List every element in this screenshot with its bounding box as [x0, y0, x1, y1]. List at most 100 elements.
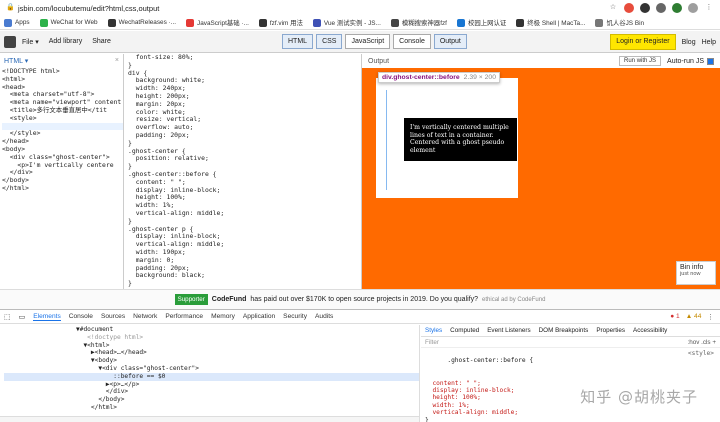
css-declaration[interactable]: }	[425, 417, 716, 422]
css-code-line[interactable]: }	[128, 61, 361, 70]
dom-node[interactable]: ▶<head>…</head>	[4, 349, 419, 357]
login-button[interactable]: Login or Register	[610, 34, 676, 50]
filter-actions[interactable]: :hov .cls +	[687, 339, 716, 346]
devtools-tabs: ⬚ ▭ Elements Console Sources Network Perform…	[0, 310, 720, 324]
bookmark-label: Vue 测试实例 - JS...	[323, 20, 381, 27]
styles-tab-properties[interactable]: Properties	[596, 327, 625, 334]
devtools-tab-performance[interactable]: Performance	[165, 313, 203, 320]
css-declaration[interactable]: vertical-align: middle;	[425, 409, 716, 416]
help-link[interactable]: Help	[702, 39, 716, 46]
extension-icon[interactable]	[624, 3, 634, 13]
share-button[interactable]: Share	[92, 38, 111, 45]
rule-source[interactable]: <style>	[688, 350, 714, 357]
blog-link[interactable]: Blog	[682, 39, 696, 46]
bookmark-5[interactable]: Vue 测试实例 - JS...	[312, 18, 381, 27]
dom-node[interactable]: ▼#document	[4, 326, 419, 334]
dom-node[interactable]: ::before == $0	[4, 372, 419, 381]
html-code-line[interactable]: </html>	[2, 184, 123, 193]
device-icon[interactable]: ▭	[19, 313, 26, 321]
dom-node[interactable]: ▼<body>	[4, 357, 419, 365]
star-icon[interactable]: ☆	[608, 3, 618, 13]
dom-tree[interactable]: ▼#document <!doctype html> ▼<html> ▶<hea…	[0, 325, 419, 412]
tab-javascript[interactable]: JavaScript	[345, 34, 391, 49]
html-editor-panel[interactable]: HTML ▾ × <!DOCTYPE html> <html> <head> <me…	[0, 54, 124, 289]
menu-icon[interactable]: ⋮	[704, 3, 714, 13]
html-panel-title[interactable]: HTML ▾	[4, 57, 28, 65]
run-with-js-button[interactable]: Run with JS	[619, 56, 662, 66]
dom-node[interactable]: <!doctype html>	[4, 334, 419, 342]
bookmark-4[interactable]: fzf.vim 用法	[258, 18, 303, 27]
dom-node[interactable]: ▼<div class="ghost-center">	[4, 365, 419, 373]
devtools-tab-memory[interactable]: Memory	[211, 313, 235, 320]
styles-tab-event-listeners[interactable]: Event Listeners	[487, 327, 530, 334]
dom-node[interactable]: ▼<html>	[4, 342, 419, 350]
jsbin-logo-icon[interactable]	[4, 35, 16, 48]
css-rule[interactable]: .ghost-center::before { <style> content:…	[421, 348, 720, 422]
elements-panel[interactable]: ▼#document <!doctype html> ▼<html> ▶<hea…	[0, 325, 420, 422]
dom-node[interactable]: </html>	[4, 404, 419, 412]
warning-count[interactable]: ▲ 44	[686, 313, 702, 320]
breadcrumb[interactable]	[0, 416, 419, 422]
tab-console[interactable]: Console	[393, 34, 431, 49]
bookmark-0[interactable]: Apps	[4, 18, 30, 27]
styles-tab-dom-breakpoints[interactable]: DOM Breakpoints	[539, 327, 589, 334]
css-editor-panel[interactable]: font-size: 80%;} div { background: white;…	[124, 54, 362, 289]
extension-icon[interactable]	[656, 3, 666, 13]
extension-icon[interactable]	[672, 3, 682, 13]
extension-icon[interactable]	[640, 3, 650, 13]
bin-info-button[interactable]: Bin info just now	[676, 261, 716, 285]
css-code-line[interactable]: background: black;	[128, 272, 361, 280]
bookmark-8[interactable]: 终极 Shell | MacTa...	[516, 18, 585, 27]
css-code-line[interactable]: position: relative;	[128, 155, 361, 163]
css-code[interactable]: font-size: 80%;} div { background: white;…	[124, 54, 361, 288]
error-count[interactable]: ● 1	[670, 313, 679, 320]
file-menu[interactable]: File ▾	[22, 38, 39, 46]
devtools-tab-console[interactable]: Console	[69, 313, 93, 320]
sponsor-text[interactable]: has paid out over $170K to open source p…	[250, 296, 478, 303]
bookmark-label: 校园上网认证	[467, 20, 507, 27]
supporter-badge[interactable]: Supporter	[174, 294, 208, 305]
address-bar[interactable]: 🔒 jsbin.com/locubutemu/edit?html,css,out…	[0, 0, 720, 16]
html-code-line[interactable]: <style>	[2, 114, 123, 123]
css-code-line[interactable]: vertical-align: middle;	[128, 209, 361, 218]
css-code-line[interactable]: font-size: 80%;	[128, 54, 361, 62]
checkbox-icon[interactable]	[707, 57, 714, 65]
close-icon[interactable]: ×	[115, 57, 119, 65]
css-code-line[interactable]: padding: 20px;	[128, 131, 361, 140]
bookmark-9[interactable]: 饥人谷JS Bin	[595, 18, 644, 27]
html-code[interactable]: <!DOCTYPE html> <html> <head> <meta charse…	[0, 67, 123, 193]
tab-html[interactable]: HTML	[282, 34, 314, 49]
devtools-tab-audits[interactable]: Audits	[315, 313, 333, 320]
bookmark-favicon-icon	[107, 18, 116, 27]
dom-node[interactable]: </div>	[4, 388, 419, 396]
css-code-line[interactable]: }	[128, 279, 361, 288]
styles-tab-styles[interactable]: Styles	[425, 327, 442, 334]
bookmark-favicon-icon	[312, 18, 321, 27]
devtools-tab-application[interactable]: Application	[243, 313, 275, 320]
bookmark-2[interactable]: WechatReleases ·...	[107, 18, 176, 27]
tab-output[interactable]: Output	[433, 34, 467, 49]
devtools-menu-icon[interactable]: ⋮	[707, 313, 714, 321]
devtools-tab-security[interactable]: Security	[283, 313, 307, 320]
filter-input[interactable]: Filter	[425, 339, 439, 346]
styles-filter[interactable]: Filter :hov .cls +	[421, 337, 720, 348]
bookmark-label: 模糊搜索神器fzf	[401, 20, 447, 27]
devtools-tab-sources[interactable]: Sources	[101, 313, 125, 320]
url-text[interactable]: jsbin.com/locubutemu/edit?html,css,outpu…	[18, 4, 159, 13]
ethical-ad-label[interactable]: ethical ad by CodeFund	[482, 297, 545, 303]
styles-tab-computed[interactable]: Computed	[450, 327, 479, 334]
inspect-icon[interactable]: ⬚	[4, 313, 11, 321]
tab-css[interactable]: CSS	[316, 34, 343, 49]
devtools-tab-network[interactable]: Network	[133, 313, 157, 320]
bookmark-1[interactable]: WeChat for Web	[39, 18, 98, 27]
dom-node[interactable]: ▶<p>…</p>	[4, 381, 419, 389]
bookmark-7[interactable]: 校园上网认证	[456, 18, 507, 27]
styles-tab-accessibility[interactable]: Accessibility	[633, 327, 667, 334]
sponsor-name[interactable]: CodeFund	[212, 296, 247, 303]
avatar[interactable]	[688, 3, 698, 13]
add-library-button[interactable]: Add library	[49, 38, 82, 45]
bookmark-6[interactable]: 模糊搜索神器fzf	[390, 18, 447, 27]
devtools-tab-elements[interactable]: Elements	[33, 313, 61, 321]
dom-node[interactable]: </body>	[4, 396, 419, 404]
bookmark-3[interactable]: JavaScript基础 ·...	[186, 18, 249, 27]
